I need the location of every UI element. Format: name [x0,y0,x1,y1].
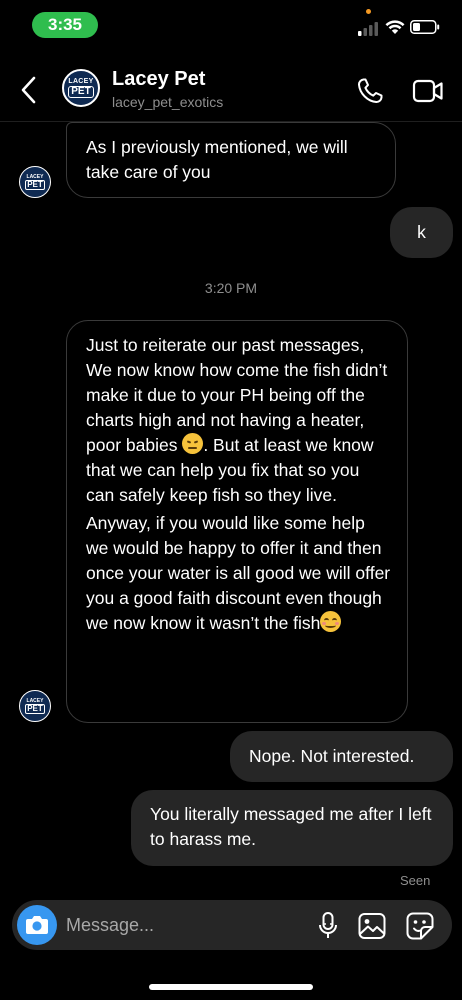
message-text: As I previously mentioned, we will take … [86,137,348,182]
avatar-text-mid: PET [25,704,45,714]
seen-receipt: Seen [400,873,431,888]
message-outgoing[interactable]: k [390,207,453,258]
message-text: You literally messaged me after I left t… [150,804,432,849]
message-incoming[interactable]: Just to reiterate our past messages, We … [66,320,408,723]
microphone-icon[interactable] [315,911,341,941]
phone-icon[interactable] [355,76,385,106]
status-time: 3:35 [32,12,98,38]
disappointed-face-emoji-icon [182,433,204,454]
video-camera-icon[interactable] [412,76,444,106]
contact-avatar[interactable]: LACEY PET [62,69,100,107]
message-paragraph: Just to reiterate our past messages, We … [86,333,391,508]
message-input[interactable] [66,900,306,950]
message-paragraph: Anyway, if you would like some help we w… [86,511,391,636]
chat-header: LACEY PET Lacey Pet lacey_pet_exotics [0,60,462,122]
contact-name[interactable]: Lacey Pet [112,68,205,91]
message-timestamp: 3:20 PM [204,280,258,296]
smiling-face-emoji-icon [320,611,342,632]
avatar-text-mid: PET [25,180,45,190]
home-indicator[interactable] [149,984,313,990]
message-outgoing[interactable]: You literally messaged me after I left t… [131,790,453,866]
message-text: Anyway, if you would like some help we w… [86,513,391,633]
message-text: k [417,222,426,242]
status-bar: 3:35 [0,0,462,50]
camera-icon [26,916,48,934]
battery-icon [410,20,440,34]
message-composer [12,900,452,950]
message-outgoing[interactable]: Nope. Not interested. [230,731,453,782]
sticker-icon[interactable] [405,911,435,941]
avatar-text-mid: PET [68,86,94,98]
message-text: Nope. Not interested. [249,746,415,766]
contact-handle[interactable]: lacey_pet_exotics [112,94,223,110]
message-incoming[interactable]: As I previously mentioned, we will take … [66,122,396,198]
back-button[interactable] [16,74,42,106]
avatar-text-top: LACEY [68,78,94,85]
signal-icon [358,22,378,36]
sender-avatar[interactable]: LACEY PET [19,166,51,198]
sender-avatar[interactable]: LACEY PET [19,690,51,722]
camera-button[interactable] [17,905,57,945]
privacy-indicator-dot [366,9,371,14]
image-icon[interactable] [357,911,387,941]
wifi-icon [385,20,405,34]
